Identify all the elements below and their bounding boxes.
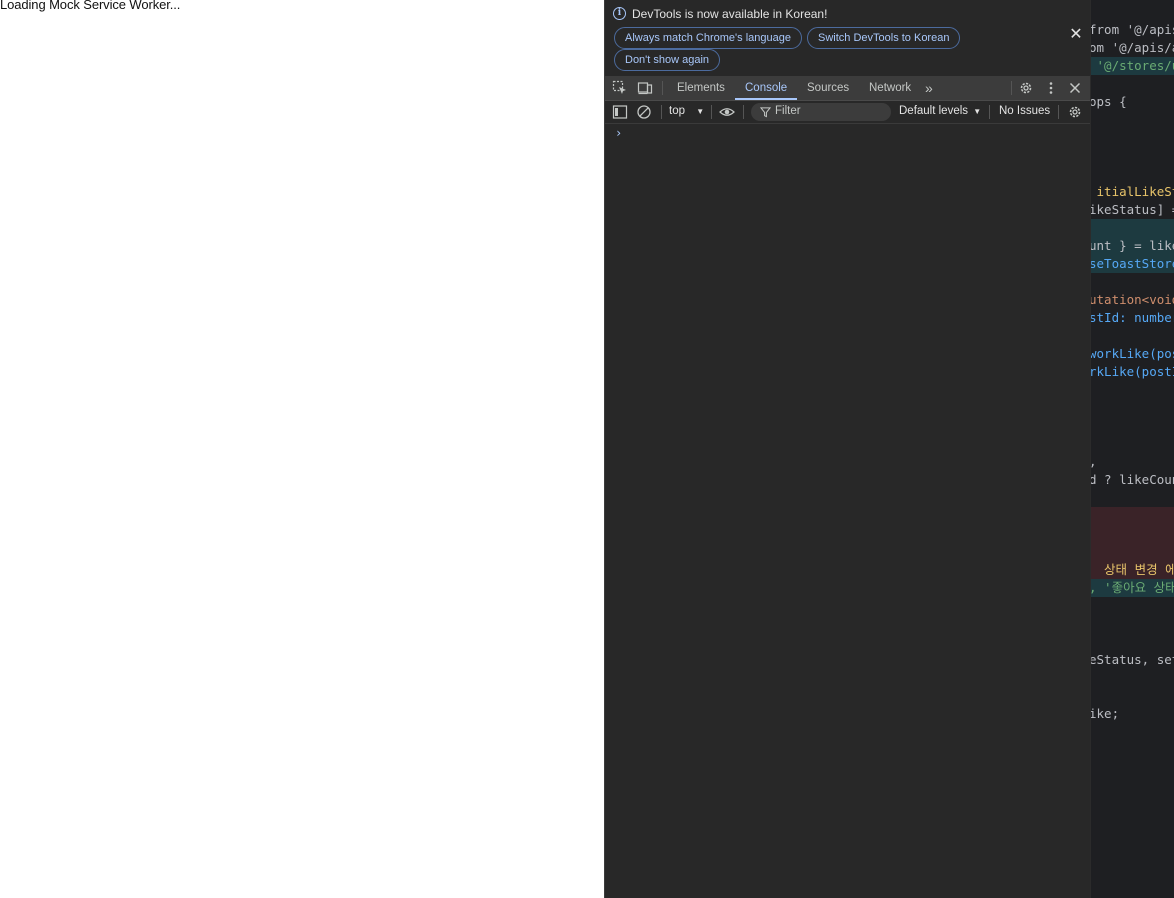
- chevron-down-icon: ▼: [973, 107, 982, 116]
- tab-sources[interactable]: Sources: [807, 76, 849, 100]
- code-line: [1091, 219, 1174, 237]
- console-prompt[interactable]: ›: [615, 126, 622, 140]
- code-line: ikeStatus] =: [1090, 202, 1174, 217]
- code-line: utation<void: [1090, 292, 1174, 307]
- code-line: om '@/apis/a: [1090, 40, 1174, 55]
- code-line: [1091, 525, 1174, 543]
- close-devtools-icon[interactable]: [1067, 80, 1083, 96]
- tab-network[interactable]: Network: [869, 76, 911, 100]
- switch-korean-button[interactable]: Switch DevTools to Korean: [807, 27, 961, 49]
- code-line: stId: number: [1090, 310, 1174, 325]
- code-line: from '@/apis: [1090, 22, 1174, 37]
- code-line: [1091, 543, 1174, 561]
- code-line: , '좋아요 상태가: [1091, 579, 1174, 597]
- loading-message: Loading Mock Service Worker...: [0, 0, 181, 12]
- close-icon[interactable]: ✕: [1068, 27, 1084, 43]
- devtools-panel: i DevTools is now available in Korean! ✕…: [604, 0, 1090, 898]
- code-line: seToastStore: [1091, 255, 1174, 273]
- code-editor-background: from '@/apis om '@/apis/a '@/stores/u op…: [1090, 0, 1174, 898]
- tab-console[interactable]: Console: [745, 76, 787, 100]
- info-icon: i: [613, 7, 626, 20]
- code-line: [1091, 507, 1174, 525]
- active-tab-indicator: [735, 98, 797, 100]
- language-infobar: i DevTools is now available in Korean! ✕…: [605, 0, 1090, 75]
- settings-gear-icon[interactable]: [1018, 80, 1034, 96]
- code-line: rkLike(postI: [1090, 364, 1174, 379]
- more-options-icon[interactable]: [1043, 80, 1059, 96]
- log-levels-dropdown[interactable]: Default levels ▼: [899, 105, 981, 117]
- chevron-down-icon: ▼: [696, 107, 705, 116]
- console-filter-input[interactable]: Filter: [751, 103, 891, 121]
- code-line: unt } = like: [1091, 237, 1174, 255]
- page-viewport: Loading Mock Service Worker...: [0, 0, 604, 898]
- context-label: top: [669, 105, 685, 117]
- sidebar-toggle-icon[interactable]: [612, 104, 628, 120]
- clear-console-icon[interactable]: [636, 104, 652, 120]
- tab-elements[interactable]: Elements: [677, 76, 725, 100]
- inspect-element-icon[interactable]: [612, 80, 628, 96]
- device-toolbar-icon[interactable]: [637, 80, 653, 96]
- levels-label: Default levels: [899, 105, 969, 117]
- devtools-tabbar: Elements Console Sources Network »: [605, 76, 1090, 101]
- issues-counter[interactable]: No Issues: [999, 105, 1050, 117]
- filter-funnel-icon: [760, 107, 771, 118]
- dont-show-again-button[interactable]: Don't show again: [614, 49, 721, 71]
- filter-placeholder: Filter: [775, 105, 801, 117]
- code-line: ,: [1091, 453, 1174, 471]
- match-language-button[interactable]: Always match Chrome's language: [614, 27, 802, 49]
- infobar-message: DevTools is now available in Korean!: [632, 7, 828, 21]
- code-line: 상태 변경 에러: [1091, 561, 1174, 579]
- live-expression-eye-icon[interactable]: [719, 104, 735, 120]
- code-line: eStatus, set: [1090, 652, 1174, 667]
- code-line: '@/stores/u: [1091, 57, 1174, 75]
- more-tabs-icon[interactable]: »: [925, 76, 933, 100]
- code-line: d ? likeCoun: [1090, 472, 1174, 487]
- code-line: ops {: [1090, 94, 1127, 109]
- console-toolbar: top ▼ Filter Default levels ▼ No Issues: [605, 101, 1090, 124]
- code-line: workLike(pos: [1090, 346, 1174, 361]
- code-line: ike;: [1090, 706, 1120, 721]
- context-selector[interactable]: top ▼: [669, 105, 704, 117]
- code-line: itialLikeSta: [1096, 184, 1174, 199]
- console-settings-gear-icon[interactable]: [1067, 104, 1083, 120]
